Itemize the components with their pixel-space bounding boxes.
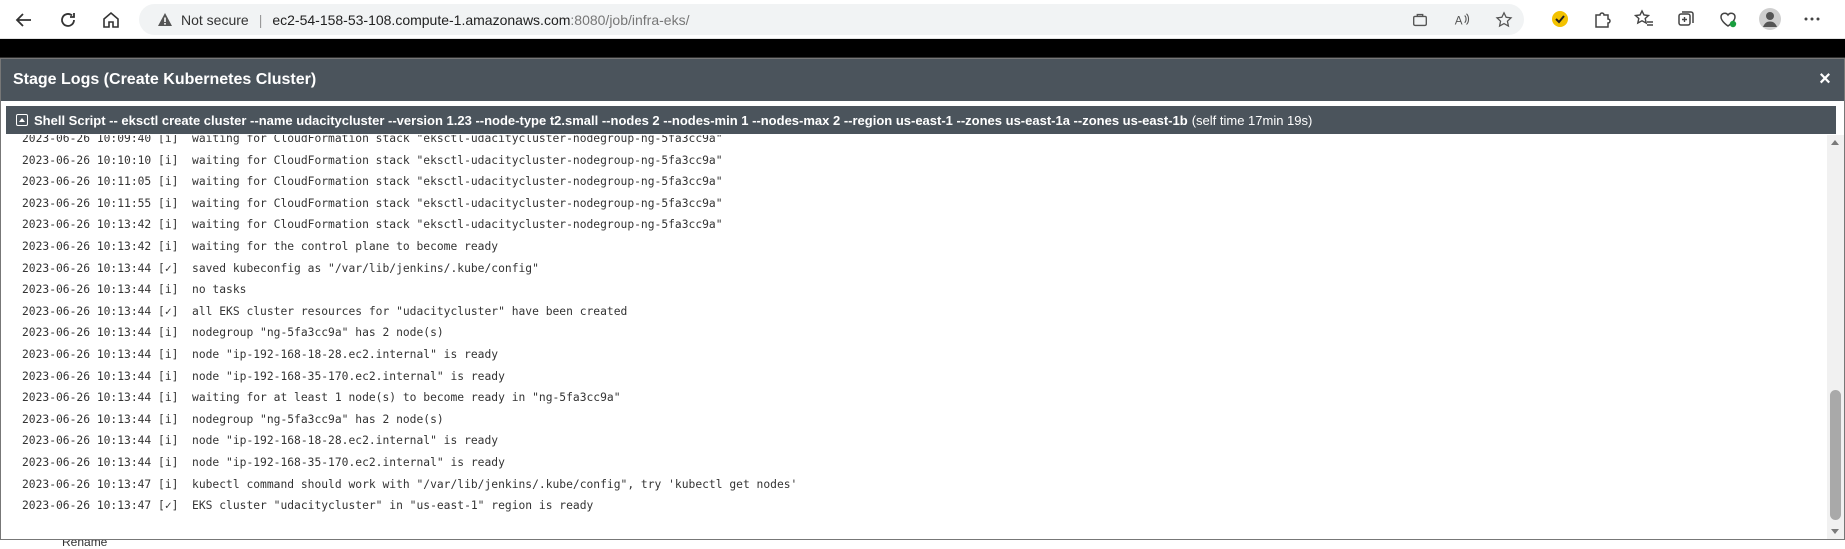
modal-header: Stage Logs (Create Kubernetes Cluster) × (1, 59, 1844, 101)
extension-check-icon[interactable] (1548, 6, 1572, 32)
scroll-down-arrow-icon[interactable] (1831, 529, 1839, 534)
svg-text:A: A (1455, 15, 1463, 28)
url-path: :8080/job/infra-eks/ (570, 11, 690, 28)
scroll-up-arrow-icon[interactable] (1831, 140, 1839, 145)
log-line: 2023-06-26 10:13:44 [i] waiting for at l… (22, 391, 621, 405)
log-line: 2023-06-26 10:13:44 [i] node "ip-192-168… (22, 369, 505, 383)
collections-icon[interactable] (1674, 6, 1698, 32)
log-line: 2023-06-26 10:13:44 [i] node "ip-192-168… (22, 434, 499, 448)
address-bar[interactable]: Not secure | ec2-54-158-53-108.compute-1… (139, 4, 1524, 35)
log-line: 2023-06-26 10:13:44 [i] nodegroup "ng-5f… (22, 326, 444, 340)
security-label[interactable]: Not secure (181, 12, 249, 28)
step-command: Shell Script -- eksctl create cluster --… (34, 112, 1188, 128)
modal-title: Stage Logs (Create Kubernetes Cluster) (13, 71, 317, 88)
log-line: 2023-06-26 10:13:42 [i] waiting for the … (22, 239, 499, 253)
extensions-puzzle-icon[interactable] (1590, 6, 1614, 32)
log-line: 2023-06-26 10:13:44 [i] no tasks (22, 283, 247, 297)
back-icon[interactable] (10, 6, 38, 34)
log-line: 2023-06-26 10:13:44 [✓] all EKS cluster … (22, 304, 628, 318)
log-line: 2023-06-26 10:13:44 [i] node "ip-192-168… (22, 347, 499, 361)
log-line: 2023-06-26 10:11:55 [i] waiting for Clou… (22, 196, 723, 210)
log-line: 2023-06-26 10:13:47 [i] kubectl command … (22, 477, 798, 491)
log-scrollbar[interactable] (1827, 135, 1844, 539)
url-host: ec2-54-158-53-108.compute-1.amazonaws.co… (272, 11, 571, 28)
extensions-bar (1548, 6, 1824, 32)
log-line: 2023-06-26 10:11:05 [i] waiting for Clou… (22, 175, 723, 189)
warning-icon (157, 12, 173, 28)
home-icon[interactable] (97, 6, 125, 34)
log-line: 2023-06-26 10:13:44 [i] node "ip-192-168… (22, 455, 505, 469)
browser-toolbar: Not secure | ec2-54-158-53-108.compute-1… (0, 0, 1845, 39)
profile-avatar[interactable] (1758, 6, 1782, 32)
refresh-icon[interactable] (54, 6, 82, 34)
page-content-strip (0, 539, 1845, 549)
scrollbar-thumb[interactable] (1830, 390, 1841, 520)
favorite-star-icon[interactable] (1494, 10, 1514, 30)
read-aloud-icon[interactable]: A (1452, 10, 1472, 30)
log-line: 2023-06-26 10:09:40 [i] waiting for Clou… (22, 135, 723, 145)
step-self-time: (self time 17min 19s) (1191, 112, 1313, 128)
jenkins-header-strip (0, 39, 1845, 57)
address-separator: | (258, 11, 263, 28)
address-bar-actions: A (1410, 10, 1514, 30)
log-output: 2023-06-26 10:09:40 [i] waiting for Clou… (1, 135, 1821, 539)
log-lines: 2023-06-26 10:09:40 [i] waiting for Clou… (22, 135, 797, 517)
more-menu-icon[interactable] (1800, 6, 1824, 32)
step-header[interactable]: Shell Script -- eksctl create cluster --… (6, 106, 1836, 134)
app-available-icon[interactable] (1410, 10, 1430, 30)
log-line: 2023-06-26 10:13:42 [i] waiting for Clou… (22, 218, 723, 232)
log-line: 2023-06-26 10:13:47 [✓] EKS cluster "uda… (22, 499, 594, 513)
log-line: 2023-06-26 10:10:10 [i] waiting for Clou… (22, 153, 723, 167)
close-icon[interactable]: × (1816, 69, 1834, 89)
collapse-toggle-icon[interactable] (16, 114, 28, 126)
browser-essentials-icon[interactable] (1716, 6, 1740, 32)
log-line: 2023-06-26 10:13:44 [✓] saved kubeconfig… (22, 261, 539, 275)
stage-logs-modal: Stage Logs (Create Kubernetes Cluster) ×… (0, 58, 1845, 540)
log-line: 2023-06-26 10:13:44 [i] nodegroup "ng-5f… (22, 412, 444, 426)
favorites-icon[interactable] (1632, 6, 1656, 32)
